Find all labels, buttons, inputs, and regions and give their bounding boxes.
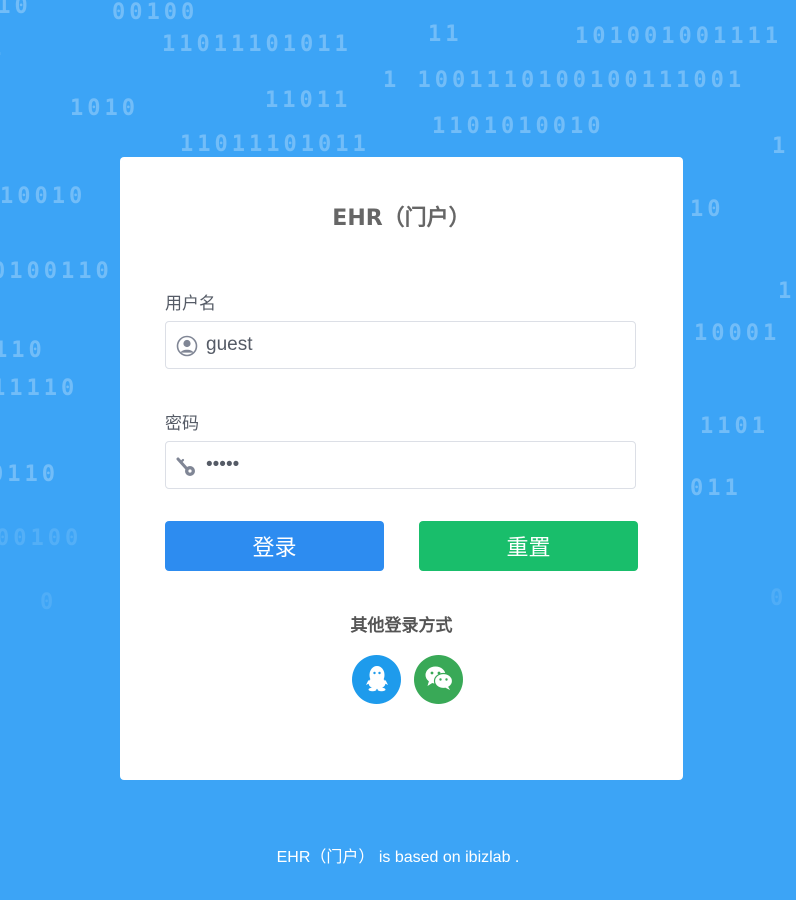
footer-text: EHR（门户） is based on ibizlab . xyxy=(276,849,520,866)
wechat-icon xyxy=(424,665,454,695)
key-icon xyxy=(176,455,198,477)
login-button[interactable]: 登录 xyxy=(165,521,384,571)
qq-icon xyxy=(364,664,390,696)
login-card: EHR（门户） 用户名 密码 登录 重置 其他登录方式 xyxy=(120,157,683,780)
qq-login-button[interactable] xyxy=(352,655,401,704)
other-login-title: 其他登录方式 xyxy=(350,616,453,636)
username-field xyxy=(165,321,636,369)
username-label: 用户名 xyxy=(165,294,216,314)
password-field xyxy=(165,441,636,489)
username-input[interactable] xyxy=(206,322,626,368)
reset-button[interactable]: 重置 xyxy=(419,521,638,571)
password-label: 密码 xyxy=(165,414,199,434)
page-title: EHR（门户） xyxy=(332,206,471,231)
password-input[interactable] xyxy=(206,442,626,488)
wechat-login-button[interactable] xyxy=(414,655,463,704)
user-icon xyxy=(176,335,198,357)
